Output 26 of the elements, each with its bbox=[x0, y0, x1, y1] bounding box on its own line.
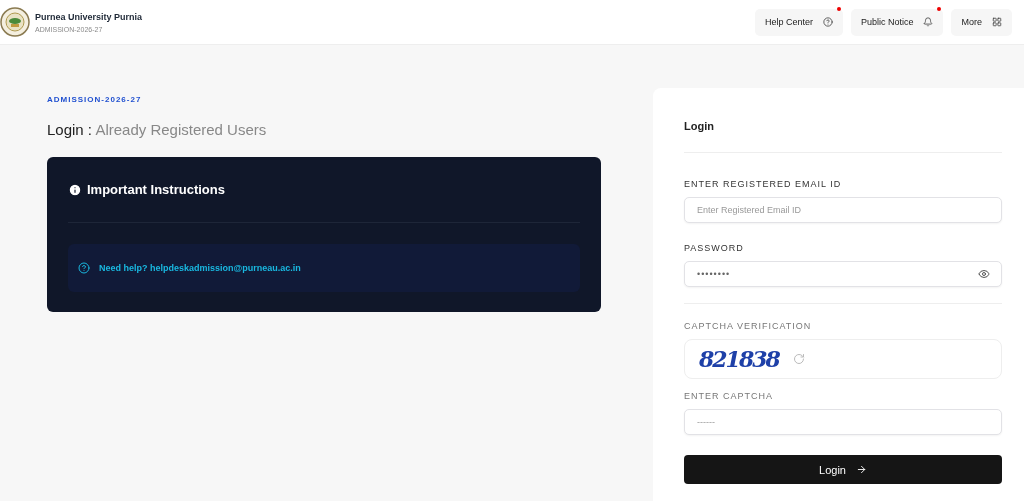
captcha-field[interactable]: ------ bbox=[684, 409, 1002, 435]
university-name: Purnea University Purnia bbox=[35, 11, 143, 22]
help-icon bbox=[822, 17, 833, 27]
arrow-icon bbox=[855, 464, 867, 475]
login-button[interactable]: Login bbox=[684, 455, 1002, 484]
field-label: ENTER CAPTCHA bbox=[684, 391, 774, 401]
nav-button[interactable]: More bbox=[951, 8, 1012, 36]
captcha-code: 821838 bbox=[699, 346, 779, 372]
info-icon bbox=[68, 182, 82, 197]
panel-title: Important Instructions bbox=[87, 182, 225, 197]
field-label: CAPTCHA VERIFICATION bbox=[684, 321, 813, 331]
grid-icon bbox=[992, 17, 1002, 27]
bell-icon bbox=[923, 17, 934, 27]
email-field[interactable]: Enter Registered Email ID bbox=[684, 197, 1002, 223]
password-field[interactable]: •••••••• bbox=[684, 261, 1002, 287]
university-logo bbox=[0, 4, 30, 40]
session-eyebrow: ADMISSION-2026-27 bbox=[47, 95, 143, 104]
nav-button[interactable]: Help Center bbox=[754, 8, 843, 36]
nav-button[interactable]: Public Notice bbox=[850, 8, 944, 36]
page-heading: Login : Already Registered Users bbox=[47, 121, 268, 138]
field-label: ENTER REGISTERED EMAIL ID bbox=[684, 179, 843, 189]
help-icon bbox=[78, 262, 90, 274]
card-title: Login bbox=[684, 120, 715, 132]
field-label: PASSWORD bbox=[684, 243, 745, 253]
eye-icon[interactable] bbox=[978, 268, 990, 280]
help-text: Need help? helpdeskadmission@purneau.ac.in bbox=[99, 263, 301, 273]
